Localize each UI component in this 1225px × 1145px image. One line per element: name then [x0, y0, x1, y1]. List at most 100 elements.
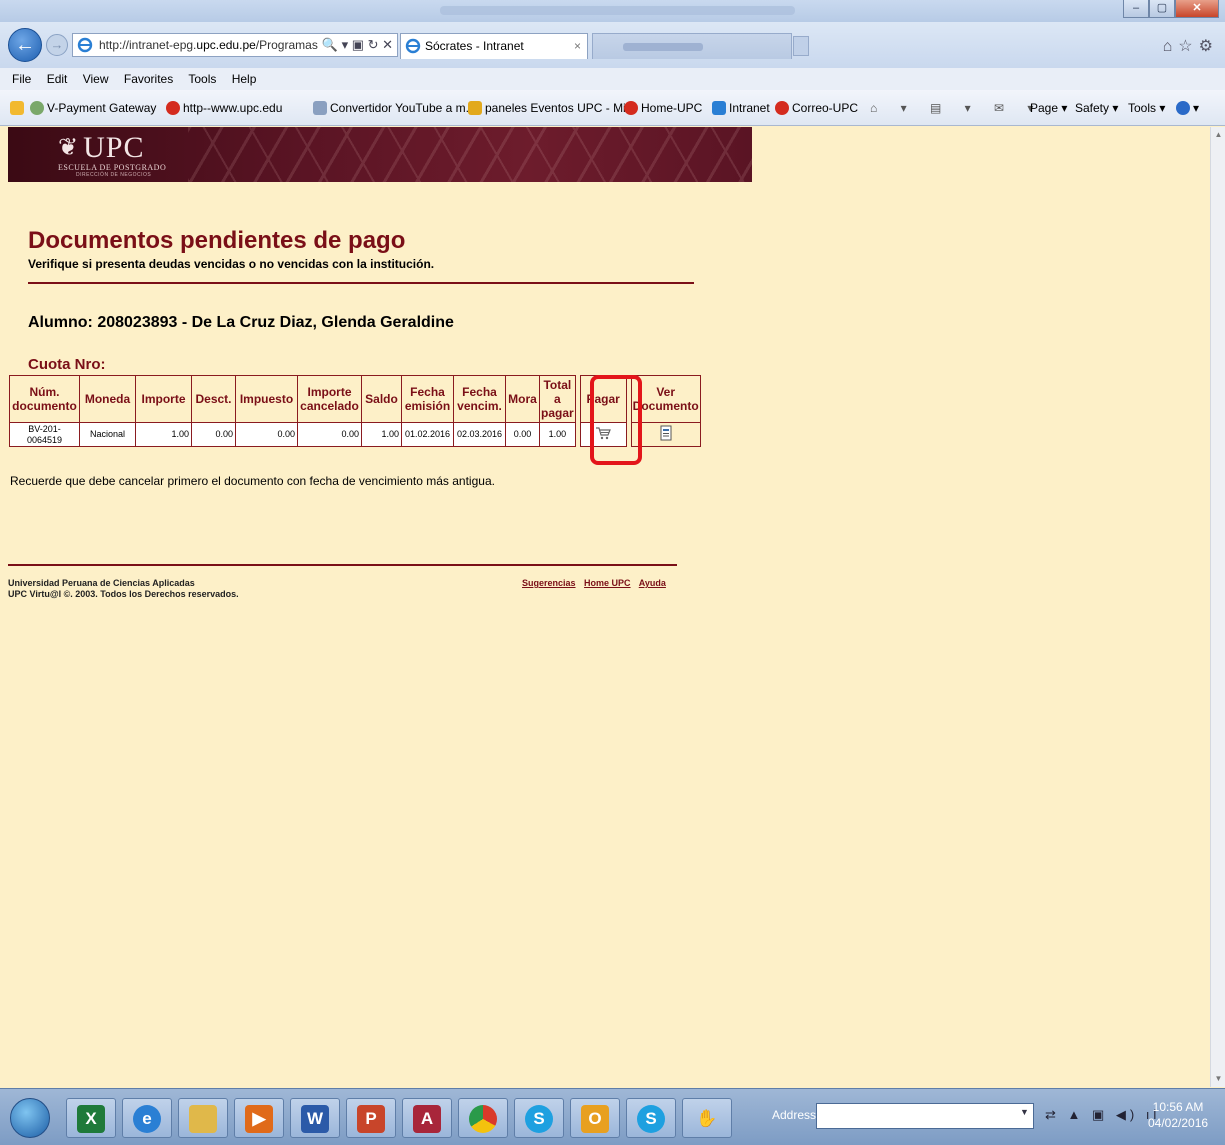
- address-domain: upc.edu.pe: [196, 38, 256, 52]
- cuota-label: Cuota Nro:: [28, 356, 106, 373]
- banner-subtitle: ESCUELA DE POSTGRADO: [58, 163, 167, 172]
- taskbar-media[interactable]: ▶: [234, 1098, 284, 1138]
- command-page[interactable]: Page ▾: [1030, 90, 1067, 125]
- footer-copyright: UPC Virtu@l ©. 2003. Todos los Derechos …: [8, 589, 239, 599]
- cell-vencimiento: 02.03.2016: [453, 422, 506, 447]
- address-tools[interactable]: 🔍 ▾ ▣ ↻ ✕: [322, 34, 393, 56]
- cell-importe: 1.00: [135, 422, 192, 447]
- access-icon: A: [413, 1105, 441, 1133]
- chevron-down-icon[interactable]: ▼: [1020, 1107, 1029, 1117]
- favorites-star-icon[interactable]: [10, 90, 27, 125]
- tab-title: Sócrates - Intranet: [425, 39, 524, 53]
- tab-inactive[interactable]: [592, 33, 792, 59]
- taskbar-excel[interactable]: X: [66, 1098, 116, 1138]
- document-icon: [660, 425, 672, 441]
- menu-view[interactable]: View: [83, 72, 109, 86]
- folder-icon: [189, 1105, 217, 1133]
- fav-vpayment[interactable]: V-Payment Gateway: [30, 90, 156, 125]
- taskbar-internet-explorer[interactable]: e: [122, 1098, 172, 1138]
- upc-icon: [166, 101, 180, 115]
- globe-icon: [30, 101, 44, 115]
- excel-icon: X: [77, 1105, 105, 1133]
- forward-button[interactable]: →: [46, 34, 68, 56]
- taskbar-file-explorer[interactable]: [178, 1098, 228, 1138]
- maximize-button[interactable]: ▢: [1149, 0, 1175, 18]
- browser-toolbar-icons[interactable]: ⌂☆⚙: [1163, 36, 1219, 56]
- taskbar-skype[interactable]: S: [514, 1098, 564, 1138]
- tab-close-icon[interactable]: ×: [574, 34, 581, 58]
- footer-org-name: Universidad Peruana de Ciencias Aplicada…: [8, 578, 195, 588]
- system-tray-icons[interactable]: ⇄ ▲ ▣ ◀) ıl: [1045, 1107, 1160, 1123]
- address-bar[interactable]: http://intranet-epg.upc.edu.pe/Programas…: [72, 33, 398, 57]
- col-impuesto: Impuesto: [235, 375, 298, 423]
- scroll-down-arrow-icon[interactable]: ▼: [1211, 1071, 1225, 1087]
- upc-icon: [775, 101, 789, 115]
- skype-icon: S: [525, 1105, 553, 1133]
- cell-saldo: 1.00: [361, 422, 402, 447]
- skype-business-icon: S: [637, 1105, 665, 1133]
- cell-doc: BV-201-0064519: [9, 422, 80, 447]
- menu-favorites[interactable]: Favorites: [124, 72, 173, 86]
- handshake-icon: ✋: [696, 1109, 718, 1128]
- taskbar-handshake-app[interactable]: ✋: [682, 1098, 732, 1138]
- menu-tools[interactable]: Tools: [188, 72, 216, 86]
- upc-logo: ❦ UPC: [58, 131, 145, 164]
- favorites-bar: V-Payment Gateway http--www.upc.edu Conv…: [0, 90, 1225, 126]
- taskbar-clock[interactable]: 10:56 AM 04/02/2016: [1148, 1099, 1208, 1131]
- scroll-up-arrow-icon[interactable]: ▲: [1211, 127, 1225, 143]
- cell-mora: 0.00: [505, 422, 540, 447]
- fav-paneles-eventos[interactable]: paneles Eventos UPC - Mi...: [468, 90, 636, 125]
- payment-note: Recuerde que debe cancelar primero el do…: [10, 474, 495, 488]
- fav-upc-edu[interactable]: http--www.upc.edu: [166, 90, 282, 125]
- link-ayuda[interactable]: Ayuda: [639, 578, 666, 588]
- cell-cancelado: 0.00: [297, 422, 362, 447]
- taskbar-word[interactable]: W: [290, 1098, 340, 1138]
- close-button[interactable]: ✕: [1175, 0, 1219, 18]
- new-tab-button[interactable]: [793, 36, 809, 56]
- clock-date: 04/02/2016: [1148, 1116, 1209, 1130]
- command-tools[interactable]: Tools ▾: [1128, 90, 1165, 125]
- back-button[interactable]: ←: [8, 28, 42, 62]
- menu-bar: File Edit View Favorites Tools Help: [0, 68, 1225, 90]
- cell-total: 1.00: [539, 422, 576, 447]
- menu-edit[interactable]: Edit: [47, 72, 68, 86]
- upc-logo-mark-icon: ❦: [58, 135, 80, 161]
- taskbar-skype-business[interactable]: S: [626, 1098, 676, 1138]
- heading-divider: [28, 282, 694, 284]
- converter-icon: [313, 101, 327, 115]
- fav-youtube-converter[interactable]: Convertidor YouTube a m...: [313, 90, 476, 125]
- menu-file[interactable]: File: [12, 72, 31, 86]
- minimize-button[interactable]: –: [1123, 0, 1149, 18]
- menu-help[interactable]: Help: [232, 72, 257, 86]
- col-fecha-emision: Fecha emisión: [401, 375, 454, 423]
- chrome-icon: [469, 1105, 497, 1133]
- taskbar-publisher[interactable]: P: [346, 1098, 396, 1138]
- help-icon[interactable]: ▾: [1176, 90, 1199, 125]
- tab-socrates-intranet[interactable]: Sócrates - Intranet ×: [400, 33, 588, 59]
- upc-icon: [624, 101, 638, 115]
- col-mora: Mora: [505, 375, 540, 423]
- fav-home-upc[interactable]: Home-UPC: [624, 90, 702, 125]
- window-controls: – ▢ ✕: [1123, 0, 1219, 18]
- vertical-scrollbar[interactable]: ▲ ▼: [1210, 127, 1225, 1087]
- link-sugerencias[interactable]: Sugerencias: [522, 578, 576, 588]
- ie-tab-icon: [405, 38, 421, 54]
- web-page: ❦ UPC ESCUELA DE POSTGRADO DIRECCIÓN DE N…: [0, 127, 1210, 1087]
- taskbar-address-input[interactable]: [816, 1103, 1034, 1129]
- command-safety[interactable]: Safety ▾: [1075, 90, 1118, 125]
- taskbar-outlook[interactable]: O: [570, 1098, 620, 1138]
- fav-intranet[interactable]: Intranet: [712, 90, 770, 125]
- taskbar: X e ▶ W P A S O S ✋ Address ▼ ⇄ ▲ ▣ ◀) ı…: [0, 1088, 1225, 1145]
- start-button[interactable]: [10, 1098, 50, 1138]
- taskbar-chrome[interactable]: [458, 1098, 508, 1138]
- col-importe: Importe: [135, 375, 192, 423]
- word-icon: W: [301, 1105, 329, 1133]
- fav-correo-upc[interactable]: Correo-UPC: [775, 90, 858, 125]
- link-home-upc[interactable]: Home UPC: [584, 578, 631, 588]
- command-bar-icons[interactable]: ⌂ ▾ ▤ ▾ ✉ ▾: [870, 90, 1043, 125]
- taskbar-access[interactable]: A: [402, 1098, 452, 1138]
- cell-descuento: 0.00: [191, 422, 236, 447]
- page-title: Documentos pendientes de pago: [28, 227, 406, 254]
- ie-page-icon: [77, 37, 93, 53]
- chart-icon: [468, 101, 482, 115]
